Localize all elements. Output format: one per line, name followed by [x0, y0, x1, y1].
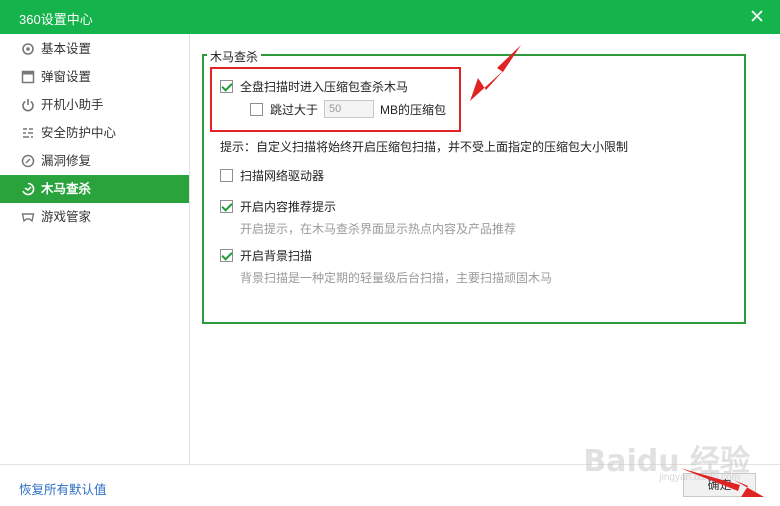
sidebar-item-label: 漏洞修复 [41, 154, 92, 168]
trojan-scan-icon [22, 182, 35, 196]
sidebar-item-label: 安全防护中心 [41, 126, 117, 140]
baidu-watermark-url: jingyan.baidu.com [659, 472, 740, 483]
background-scan-label: 开启背景扫描 [240, 249, 313, 263]
background-scan-desc: 背景扫描是一种定期的轻量级后台扫描，主要扫描顽固木马 [240, 271, 553, 285]
sidebar-item-boot-assistant[interactable]: 开机小助手 [0, 91, 189, 119]
close-icon[interactable] [748, 7, 766, 25]
window-icon [21, 70, 35, 84]
background-scan-option[interactable]: 开启背景扫描 [220, 247, 312, 264]
sidebar-item-trojan-scan[interactable]: 木马查杀 [0, 175, 189, 203]
network-drive-checkbox[interactable] [220, 169, 233, 182]
network-drive-label: 扫描网络驱动器 [240, 169, 325, 183]
gear-icon [22, 43, 34, 55]
scan-hint: 提示：自定义扫描将始终开启压缩包扫描，并不受上面指定的压缩包大小限制 [220, 138, 628, 155]
sidebar-item-basic-settings[interactable]: 基本设置 [0, 35, 189, 63]
sidebar-item-game-manager[interactable]: 游戏管家 [0, 203, 189, 231]
sidebar-item-security-center[interactable]: 安全防护中心 [0, 119, 189, 147]
sidebar-item-label: 木马查杀 [41, 182, 92, 196]
network-drive-option[interactable]: 扫描网络驱动器 [220, 167, 324, 184]
sidebar-item-label: 开机小助手 [41, 98, 104, 112]
shield-grid-icon [23, 128, 33, 138]
annotation-highlight-box [210, 67, 461, 132]
sidebar-item-label: 游戏管家 [41, 210, 92, 224]
power-icon [22, 99, 34, 112]
group-title: 木马查杀 [207, 48, 262, 65]
sidebar-item-vulnerability-fix[interactable]: 漏洞修复 [0, 147, 189, 175]
content-recommend-desc: 开启提示，在木马查杀界面显示热点内容及产品推荐 [240, 222, 517, 236]
sidebar: 基本设置 弹窗设置 开机小助手 安全防护中心 漏洞修复 木马查杀 游戏管家 [0, 34, 190, 464]
content-recommend-label: 开启内容推荐提示 [240, 200, 337, 214]
patch-icon [21, 154, 35, 168]
scan-hint-text: 提示：自定义扫描将始终开启压缩包扫描，并不受上面指定的压缩包大小限制 [220, 140, 629, 154]
title-bar: 360设置中心 [0, 0, 780, 34]
sidebar-item-label: 基本设置 [41, 42, 92, 56]
sidebar-item-label: 弹窗设置 [41, 70, 92, 84]
restore-defaults-link[interactable]: 恢复所有默认值 [19, 479, 107, 498]
gamepad-icon [21, 213, 35, 223]
sidebar-item-popup-settings[interactable]: 弹窗设置 [0, 63, 189, 91]
content-recommend-option[interactable]: 开启内容推荐提示 [220, 198, 336, 215]
window-title: 360设置中心 [19, 12, 93, 27]
background-scan-checkbox[interactable] [220, 249, 233, 262]
content-recommend-checkbox[interactable] [220, 200, 233, 213]
